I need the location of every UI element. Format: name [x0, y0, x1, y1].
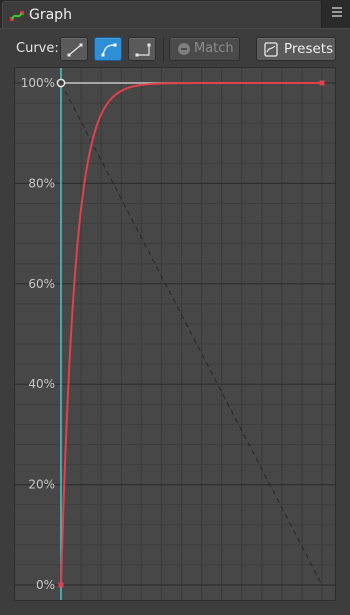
tangent-handle[interactable]: [56, 78, 66, 88]
y-tick-label: 60%: [28, 277, 55, 291]
curve-graph[interactable]: 100% 80% 60% 40% 20% 0%: [0, 0, 350, 615]
y-tick-label: 40%: [28, 377, 55, 391]
y-tick-label: 20%: [28, 478, 55, 492]
reference-diagonal: [60, 82, 323, 586]
y-tick-label: 100%: [21, 76, 55, 90]
end-keyframe[interactable]: [319, 80, 325, 86]
y-tick-label: 0%: [36, 578, 55, 592]
start-keyframe[interactable]: [58, 582, 64, 588]
y-axis-labels: 100% 80% 60% 40% 20% 0%: [21, 76, 55, 592]
y-tick-label: 80%: [28, 176, 55, 190]
